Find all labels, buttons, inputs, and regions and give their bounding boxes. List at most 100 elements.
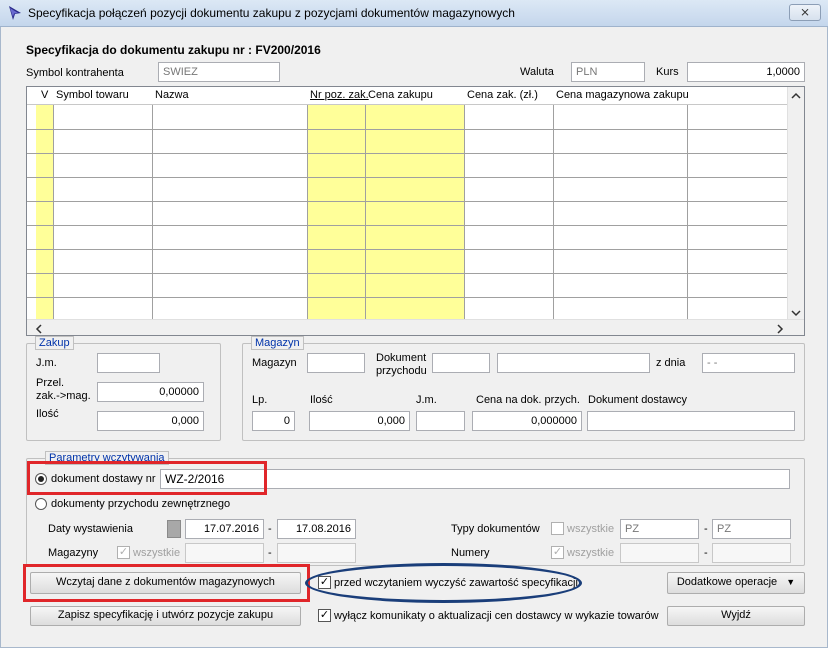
numery-from-field[interactable] (620, 543, 699, 563)
magazyn-label: Magazyn (252, 357, 297, 369)
col-header-cena-mag[interactable]: Cena magazynowa zakupu (556, 89, 689, 101)
dokument-przychodu-label-1: Dokument (376, 352, 427, 364)
magazyny-label: Magazyny (48, 547, 99, 559)
check-icon: ✓ (552, 546, 563, 558)
col-header-symbol[interactable]: Symbol towaru (56, 89, 129, 101)
col-header-cena-zl[interactable]: Cena zak. (zł.) (467, 89, 538, 101)
magazyn-ilosc-field[interactable]: 0,000 (309, 411, 410, 431)
waluta-label: Waluta (520, 66, 554, 78)
specification-grid[interactable]: V Symbol towaru Nazwa Nr poz. zak. Cena … (26, 86, 805, 336)
spec-title: Specyfikacja do dokumentu zakupu nr : FV… (26, 43, 321, 57)
col-header-nr-poz[interactable]: Nr poz. zak. (310, 89, 369, 101)
numery-wszystkie-checkbox[interactable]: ✓ (551, 546, 564, 559)
symbol-kontrahenta-field[interactable]: SWIEZ (158, 62, 280, 82)
calendar-icon[interactable] (167, 520, 181, 538)
close-button[interactable]: ⨯ (789, 4, 821, 21)
scroll-down-icon[interactable] (791, 309, 801, 317)
zakup-jm-field[interactable] (97, 353, 160, 373)
daty-wystawienia-label: Daty wystawienia (48, 523, 133, 535)
grid-row-line (27, 249, 787, 250)
numery-label: Numery (451, 547, 490, 559)
zdnia-label: z dnia (656, 357, 686, 369)
scroll-up-icon[interactable] (791, 92, 801, 100)
window-title: Specyfikacja połączeń pozycji dokumentu … (28, 6, 515, 20)
grid-horizontal-scrollbar[interactable] (27, 319, 804, 335)
typy-dokumentow-label: Typy dokumentów (451, 523, 540, 535)
zapisz-specyfikacje-button[interactable]: Zapisz specyfikację i utwórz pozycje zak… (30, 606, 301, 626)
grid-col-symbol (54, 87, 153, 319)
magazyn-jm-field[interactable] (416, 411, 465, 431)
grid-row-line (27, 153, 787, 154)
dodatkowe-operacje-button[interactable]: Dodatkowe operacje ▼ (667, 572, 805, 594)
radio-dokumenty-przychodu[interactable] (35, 498, 47, 510)
waluta-field[interactable]: PLN (571, 62, 645, 82)
zakup-przel-label-2: zak.->mag. (36, 390, 91, 402)
dokument-przychodu-number-field[interactable] (497, 353, 650, 373)
check-icon: ✓ (319, 609, 330, 621)
zdnia-field[interactable]: - - (702, 353, 795, 373)
numery-to-field[interactable] (712, 543, 791, 563)
date-to-field[interactable]: 17.08.2016 (277, 519, 356, 539)
dokumenty-przychodu-label: dokumenty przychodu zewnętrznego (51, 498, 231, 510)
magazyny-wszystkie-label: wszystkie (133, 547, 181, 559)
title-bar: Specyfikacja połączeń pozycji dokumentu … (0, 0, 828, 27)
numery-separator: - (704, 547, 708, 559)
dokument-przychodu-type-field[interactable] (432, 353, 490, 373)
grid-col-nr-poz (308, 87, 366, 319)
zakup-ilosc-field[interactable]: 0,000 (97, 411, 204, 431)
col-header-cena-zakupu[interactable]: Cena zakupu (368, 89, 433, 101)
grid-col-nazwa (153, 87, 308, 319)
grid-row-line (27, 273, 787, 274)
grid-row-line (27, 225, 787, 226)
kurs-field[interactable]: 1,0000 (687, 62, 805, 82)
zakup-przel-field[interactable]: 0,00000 (97, 382, 204, 402)
typ-from-field[interactable]: PZ (620, 519, 699, 539)
date-from-field[interactable]: 17.07.2016 (185, 519, 264, 539)
col-header-nazwa[interactable]: Nazwa (155, 89, 189, 101)
wylacz-komunikaty-checkbox[interactable]: ✓ (318, 609, 331, 622)
zakup-jm-label: J.m. (36, 357, 57, 369)
magazyn-jm-label: J.m. (416, 394, 437, 406)
close-icon: ⨯ (799, 5, 811, 19)
lp-field[interactable]: 0 (252, 411, 295, 431)
magazyny-to-field[interactable] (277, 543, 356, 563)
col-header-v[interactable]: V (41, 89, 48, 101)
grid-vertical-scrollbar[interactable] (787, 87, 804, 319)
dodatkowe-operacje-label: Dodatkowe operacje (676, 576, 778, 588)
grid-col-cena-zakupu (366, 87, 465, 319)
grid-row-line (27, 297, 787, 298)
typy-wszystkie-checkbox[interactable] (551, 522, 564, 535)
grid-col-v (36, 87, 54, 319)
grid-header: V Symbol towaru Nazwa Nr poz. zak. Cena … (27, 87, 787, 105)
magazyn-ilosc-label: Ilość (310, 394, 333, 406)
dokument-dostawcy-field[interactable] (587, 411, 795, 431)
magazyny-from-field[interactable] (185, 543, 264, 563)
app-cursor-icon (9, 6, 21, 20)
typ-separator: - (704, 523, 708, 535)
zakup-ilosc-label: Ilość (36, 408, 59, 420)
magazyny-wszystkie-checkbox[interactable]: ✓ (117, 546, 130, 559)
dokument-przychodu-label-2: przychodu (376, 365, 427, 377)
typy-wszystkie-label: wszystkie (567, 523, 615, 535)
magazyny-separator: - (268, 547, 272, 559)
grid-row-line (27, 129, 787, 130)
cena-przych-label: Cena na dok. przych. (476, 394, 580, 406)
dropdown-arrow-icon: ▼ (786, 577, 796, 587)
zakup-przel-label-1: Przel. (36, 377, 65, 389)
scroll-right-icon[interactable] (776, 324, 784, 334)
wyjdz-button[interactable]: Wyjdź (667, 606, 805, 626)
magazyn-group-title: Magazyn (251, 336, 304, 350)
grid-col-cena-mag (554, 87, 688, 319)
lp-label: Lp. (252, 394, 268, 406)
grid-row-line (27, 177, 787, 178)
typ-to-field[interactable]: PZ (712, 519, 791, 539)
annotation-blue-ellipse (305, 563, 582, 603)
dokument-dostawcy-label: Dokument dostawcy (588, 394, 688, 406)
scroll-left-icon[interactable] (35, 324, 43, 334)
magazyn-field[interactable] (307, 353, 365, 373)
check-icon: ✓ (118, 546, 129, 558)
annotation-red-box (23, 564, 310, 602)
cena-przych-field[interactable]: 0,000000 (472, 411, 582, 431)
zakup-group-title: Zakup (35, 336, 74, 350)
symbol-kontrahenta-label: Symbol kontrahenta (26, 67, 124, 79)
